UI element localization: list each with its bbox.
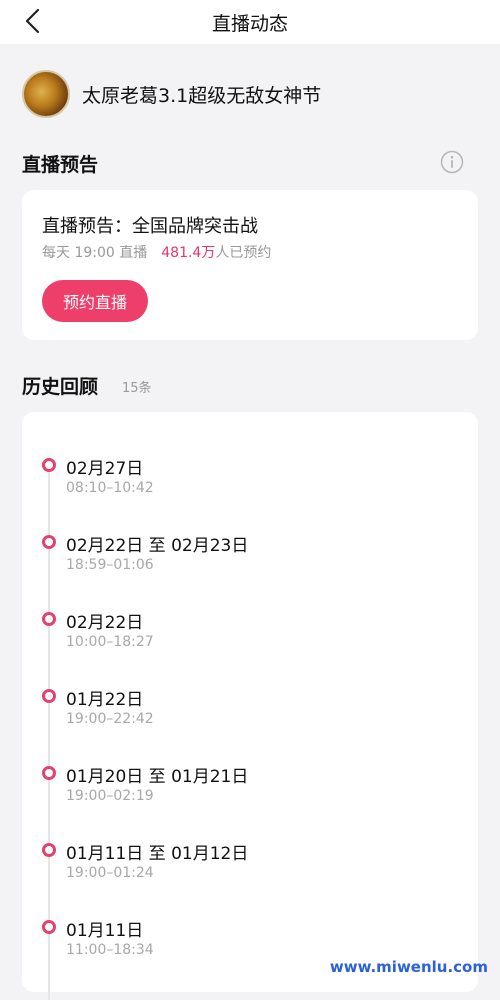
preview-section-title: 直播预告 <box>22 154 99 176</box>
info-circle-icon[interactable] <box>440 150 464 174</box>
timeline-dot <box>42 766 56 780</box>
history-item-date: 02月22日 至 02月23日 <box>66 536 249 556</box>
reservation-count-suffix: 人已预约 <box>215 245 272 261</box>
streamer-name: 太原老葛3.1超级无敌女神节 <box>82 84 322 107</box>
history-item[interactable]: 02月22日 至 02月23日 18:59–01:06 <box>22 501 478 573</box>
timeline-dot <box>42 689 56 703</box>
history-item[interactable]: 01月11日 至 01月12日 19:00–01:24 <box>22 809 478 881</box>
history-item-date: 01月22日 <box>66 690 144 710</box>
history-item-date: 02月22日 <box>66 613 144 633</box>
history-item-date: 01月11日 <box>66 921 144 941</box>
timeline-dot <box>42 612 56 626</box>
avatar[interactable] <box>22 70 70 118</box>
history-item-time: 10:00–18:27 <box>66 634 154 650</box>
timeline-dot <box>42 843 56 857</box>
history-item[interactable]: 01月11日 11:00–18:34 <box>22 886 478 958</box>
streamer-profile[interactable]: 太原老葛3.1超级无敌女神节 <box>22 70 321 118</box>
history-item[interactable]: 01月20日 至 01月21日 19:00–02:19 <box>22 732 478 804</box>
live-preview-card: 直播预告：全国品牌突击战 每天 19:00 直播 481.4万人已预约 预约直播 <box>22 190 478 340</box>
history-item-time: 19:00–22:42 <box>66 711 154 727</box>
timeline-dot <box>42 458 56 472</box>
preview-title: 直播预告：全国品牌突击战 <box>42 216 258 237</box>
history-item-date: 01月20日 至 01月21日 <box>66 767 249 787</box>
history-item-time: 18:59–01:06 <box>66 557 154 573</box>
preview-schedule: 每天 19:00 直播 <box>42 245 148 261</box>
watermark: www.miwenlu.com <box>329 958 488 976</box>
history-section-title: 历史回顾 <box>22 376 99 398</box>
back-button[interactable] <box>18 6 48 36</box>
reserve-live-button[interactable]: 预约直播 <box>42 280 148 322</box>
timeline-dot <box>42 535 56 549</box>
timeline-dot <box>42 920 56 934</box>
history-count: 15条 <box>122 381 152 396</box>
history-item[interactable]: 01月22日 19:00–22:42 <box>22 655 478 727</box>
history-item-time: 19:00–02:19 <box>66 788 154 804</box>
history-item-date: 01月11日 至 01月12日 <box>66 844 249 864</box>
chevron-left-icon <box>25 8 40 34</box>
reservation-count: 481.4万 <box>161 245 216 261</box>
preview-meta: 每天 19:00 直播 481.4万人已预约 <box>42 242 271 262</box>
history-item-time: 11:00–18:34 <box>66 942 154 958</box>
page-title: 直播动态 <box>211 12 288 35</box>
history-item-time: 08:10–10:42 <box>66 480 154 496</box>
history-item-time: 19:00–01:24 <box>66 865 154 881</box>
top-nav-bar: 直播动态 <box>0 0 500 44</box>
history-item[interactable]: 02月27日 08:10–10:42 <box>22 424 478 496</box>
history-card: 02月27日 08:10–10:42 02月22日 至 02月23日 18:59… <box>22 412 478 1000</box>
history-item[interactable]: 02月22日 10:00–18:27 <box>22 578 478 650</box>
history-item-date: 02月27日 <box>66 459 144 479</box>
